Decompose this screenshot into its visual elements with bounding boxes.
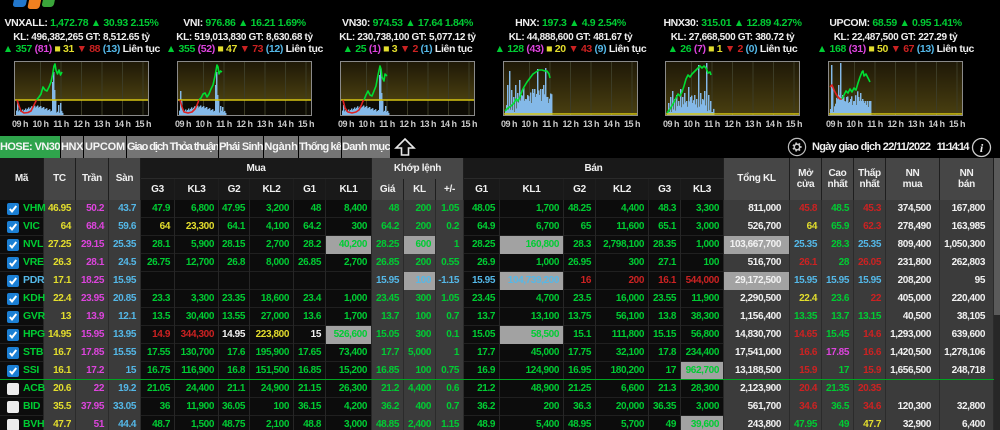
svg-text:i: i <box>980 141 984 155</box>
